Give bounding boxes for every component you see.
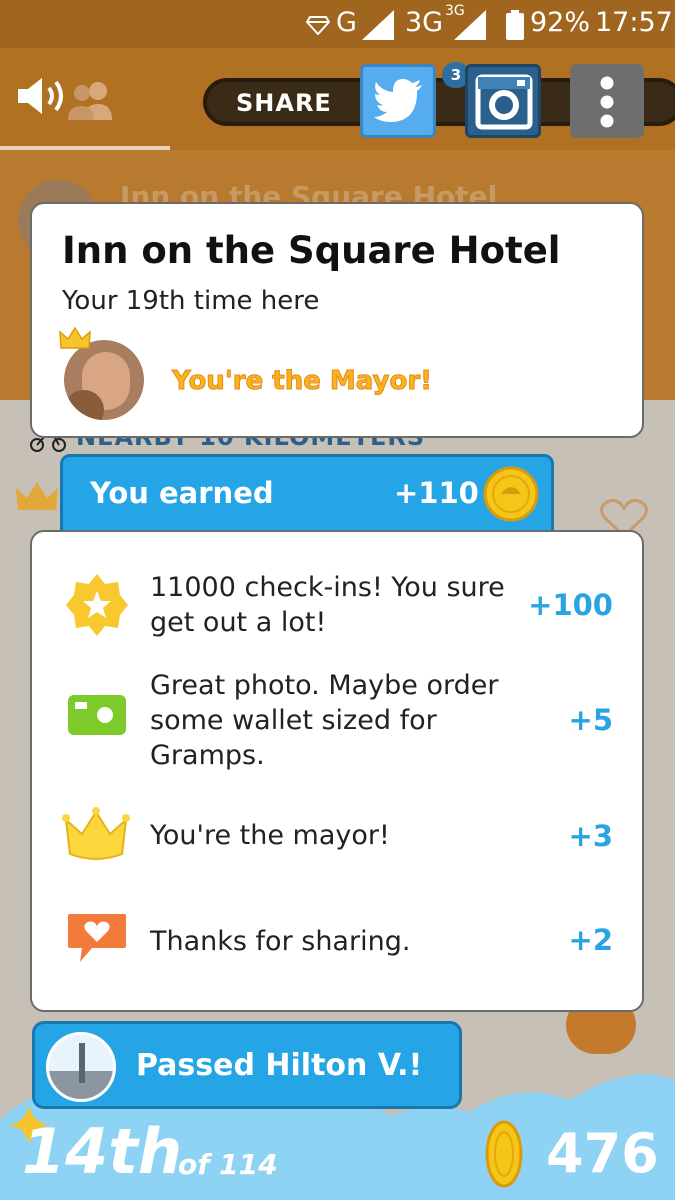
signal-icon-2 [454, 10, 486, 40]
friends-icon[interactable] [66, 78, 116, 122]
reward-text-2: Great photo. Maybe order some wallet siz… [150, 670, 499, 771]
reward-points-3: +3 [568, 819, 613, 853]
more-menu-button[interactable] [570, 64, 644, 138]
reward-text-1: 11000 check-ins! You sure get out a lot! [150, 572, 505, 638]
clock: 17:57 [595, 7, 673, 38]
twitter-button[interactable] [360, 64, 436, 138]
background-crown-icon [16, 482, 58, 510]
reward-points-4: +2 [568, 923, 613, 957]
coin-total: 476 [546, 1122, 659, 1185]
reward-text-3: You're the mayor! [150, 820, 390, 851]
crown-icon [62, 807, 130, 860]
signal-icon [362, 10, 394, 40]
avatar [64, 340, 144, 420]
passed-avatar [46, 1032, 116, 1102]
hotel-title: Inn on the Square Hotel [62, 229, 561, 272]
camera-icon [68, 695, 126, 735]
rank-total: of 114 [178, 1148, 278, 1181]
earned-amount: +110 [394, 476, 479, 510]
twitter-icon [374, 79, 422, 122]
reward-text-4: Thanks for sharing. [150, 926, 411, 957]
heart-speech-icon [68, 914, 126, 962]
network-type-2: 3G [405, 7, 444, 38]
mayor-status: You're the Mayor! [171, 366, 433, 397]
speaker-icon[interactable] [16, 76, 72, 116]
visit-count: Your 19th time here [62, 286, 320, 316]
network-type: G [336, 7, 357, 38]
more-vertical-icon [600, 76, 614, 128]
battery-percent: 92% [530, 7, 591, 38]
battery-icon [506, 10, 524, 40]
star-badge-icon [66, 574, 128, 636]
diamond-icon [306, 16, 330, 35]
coin-stack-icon [485, 1120, 523, 1188]
instagram-icon [475, 74, 533, 130]
rank-position: 14th [22, 1115, 183, 1188]
status-bar: G 3G 3G 92% 17:57 [0, 0, 675, 48]
tab-indicator [0, 146, 170, 150]
share-label: SHARE [236, 89, 332, 117]
reward-points-1: +100 [528, 588, 613, 622]
reward-points-2: +5 [568, 703, 613, 737]
coin-icon [483, 466, 539, 522]
instagram-button[interactable] [465, 64, 541, 138]
mayor-crown-icon [59, 326, 91, 349]
earned-label: You earned [90, 476, 274, 510]
passed-label: Passed Hilton V.! [136, 1048, 423, 1083]
